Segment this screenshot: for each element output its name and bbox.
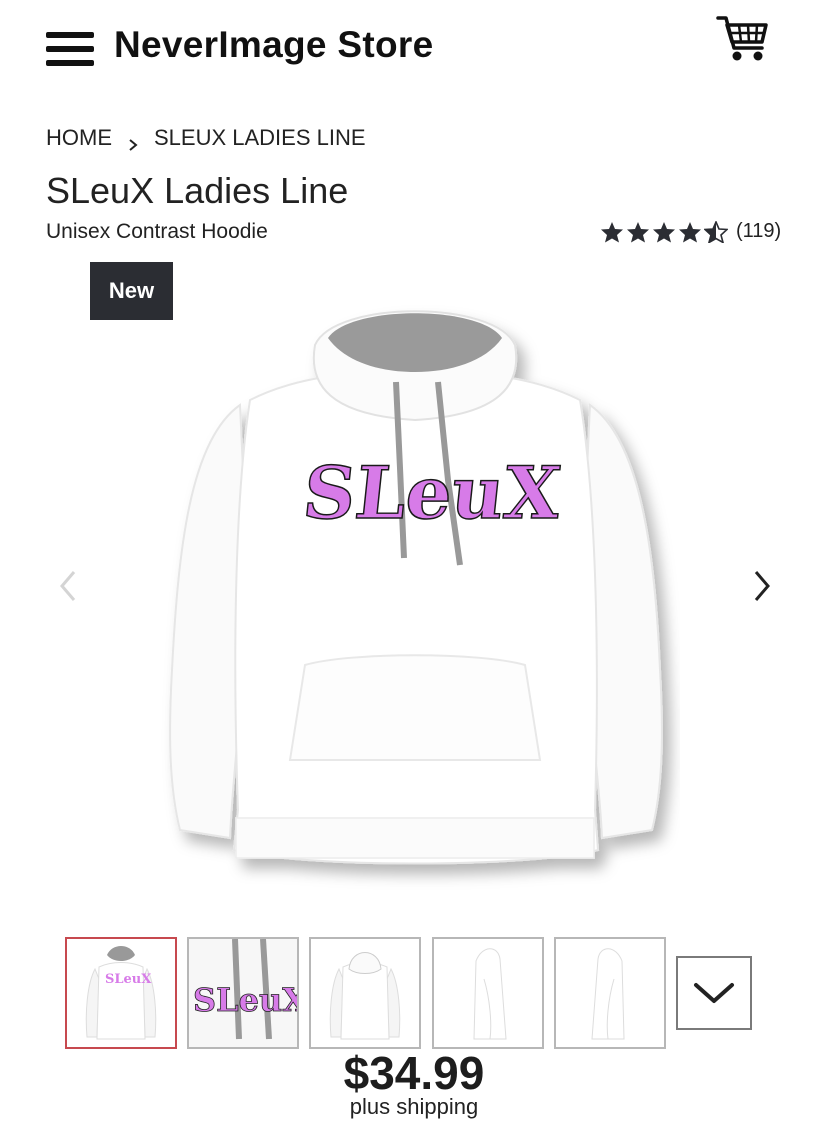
product-image: SLeuX [150, 290, 680, 890]
hamburger-menu-icon[interactable] [44, 30, 96, 70]
product-subtitle: Unisex Contrast Hoodie [46, 220, 268, 243]
chevron-right-icon [126, 133, 140, 151]
product-title: SLeuX Ladies Line [46, 170, 349, 211]
star-full-icon [653, 221, 675, 242]
star-full-icon [601, 221, 623, 242]
thumbnail-right-side[interactable] [554, 937, 666, 1049]
thumbnail-left-side[interactable] [432, 937, 544, 1049]
product-page: NeverImage Store HOME SLEUX LADIES LINE … [0, 0, 828, 1134]
breadcrumb-home[interactable]: HOME [46, 125, 112, 151]
star-full-icon [627, 221, 649, 242]
thumbnail-front[interactable]: SLeuX [65, 937, 177, 1049]
rating-count[interactable]: (119) [736, 220, 781, 243]
breadcrumb: HOME SLEUX LADIES LINE [46, 125, 366, 151]
star-half-icon [704, 220, 728, 243]
svg-text:SLeuX: SLeuX [105, 972, 152, 987]
store-title[interactable]: NeverImage Store [114, 24, 433, 66]
shipping-note: plus shipping [349, 1094, 479, 1119]
chevron-left-icon[interactable] [54, 566, 84, 606]
svg-text:SLeuX: SLeuX [299, 451, 565, 536]
breadcrumb-collection[interactable]: SLEUX LADIES LINE [154, 125, 366, 151]
new-badge: New [90, 262, 173, 320]
header: NeverImage Store [0, 0, 828, 96]
thumbnail-print-closeup[interactable]: SLeuX [187, 937, 299, 1049]
rating[interactable]: (119) [600, 220, 781, 243]
star-full-icon [679, 221, 701, 242]
thumbnail-back[interactable] [309, 937, 421, 1049]
shopping-cart-icon[interactable] [716, 14, 772, 66]
svg-text:SLeuX: SLeuX [193, 981, 297, 1019]
chevron-right-icon[interactable] [746, 566, 776, 606]
price: $34.99 [343, 1047, 485, 1099]
chevron-down-icon[interactable] [676, 956, 752, 1030]
